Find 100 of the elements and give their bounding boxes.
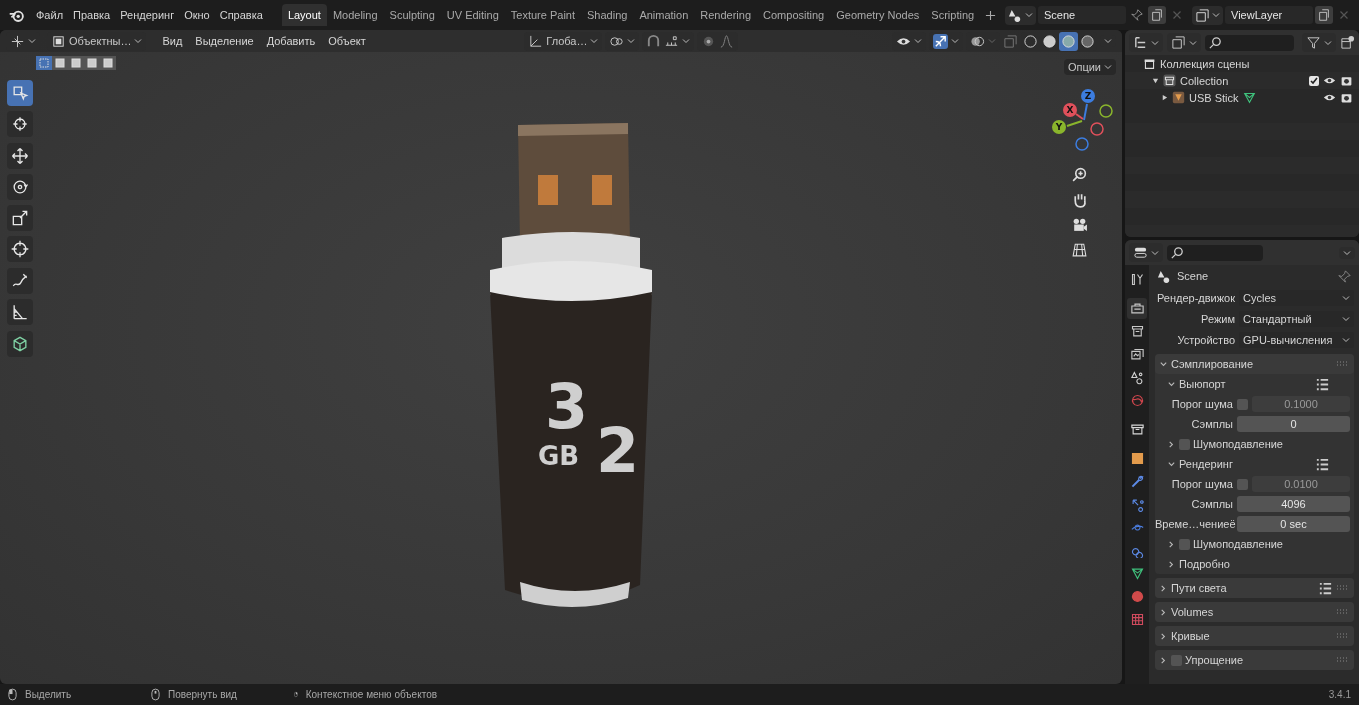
presets-icon[interactable] (1318, 580, 1333, 596)
axis-button[interactable]: X (1063, 103, 1077, 117)
shading-mode-button[interactable] (1059, 31, 1078, 51)
menu-item[interactable]: Вид (157, 32, 188, 50)
panel-header[interactable]: Кривые (1155, 626, 1354, 646)
workspace-tab[interactable]: Modeling (326, 4, 384, 26)
threshold-checkbox[interactable] (1237, 478, 1248, 490)
workspace-tab[interactable]: Shading (581, 4, 634, 26)
properties-tab[interactable] (1127, 298, 1147, 319)
tool-button[interactable] (7, 111, 33, 137)
subpanel-header[interactable]: Рендеринг (1167, 454, 1354, 474)
filter-button[interactable] (1302, 33, 1336, 52)
exclude-checkbox[interactable] (1309, 75, 1319, 86)
search-field[interactable] (1167, 244, 1263, 261)
selection-mode-button[interactable] (68, 56, 84, 70)
workspace-tab[interactable]: Compositing (757, 4, 831, 26)
zoom-icon[interactable] (1070, 166, 1088, 183)
presets-icon[interactable] (1315, 376, 1330, 392)
drag-handle-icon[interactable] (1336, 609, 1350, 615)
xray-icon[interactable] (1003, 33, 1018, 49)
subpanel-header[interactable]: Подробно (1167, 554, 1354, 574)
new-collection-icon[interactable] (1340, 35, 1355, 50)
drag-handle-icon[interactable] (1336, 585, 1350, 591)
panel-header[interactable]: Сэмплирование (1155, 354, 1354, 374)
workspace-tab[interactable]: Rendering (694, 4, 758, 26)
drag-handle-icon[interactable] (1336, 633, 1350, 639)
outliner-item[interactable]: USB Stick (1189, 91, 1239, 104)
outliner-item[interactable]: Collection (1180, 74, 1229, 87)
drag-handle-icon[interactable] (1336, 657, 1350, 663)
tool-button[interactable] (7, 205, 33, 231)
axis-button[interactable]: Z (1081, 89, 1095, 103)
number-field[interactable]: 0 (1237, 416, 1350, 432)
scene-field[interactable]: Scene (1038, 6, 1126, 24)
tool-button[interactable] (7, 174, 33, 200)
menu-item[interactable]: Выделение (190, 32, 259, 50)
threshold-checkbox[interactable] (1237, 398, 1248, 410)
subpanel-header[interactable]: Шумоподавление (1167, 434, 1354, 454)
number-field[interactable]: 0.1000 (1252, 396, 1350, 412)
axis-handle[interactable] (1090, 122, 1104, 136)
axis-handle[interactable] (1099, 104, 1113, 118)
tool-button[interactable] (7, 80, 33, 106)
drag-handle-icon[interactable] (1336, 361, 1350, 367)
expand-arrow-icon[interactable] (1152, 77, 1159, 84)
subpanel-header[interactable]: Шумоподавление (1167, 534, 1354, 554)
panel-checkbox[interactable] (1171, 654, 1182, 666)
dropdown-field[interactable]: GPU-вычисления (1239, 332, 1354, 348)
selection-mode-button[interactable] (84, 56, 100, 70)
tool-button[interactable] (7, 299, 33, 325)
tool-button[interactable] (7, 331, 33, 357)
workspace-tab[interactable]: Geometry Nodes (830, 4, 926, 26)
workspace-tab[interactable]: Layout (281, 4, 327, 26)
view-layer-button[interactable] (1167, 33, 1201, 52)
camera-icon[interactable] (1340, 91, 1353, 104)
menu-item[interactable]: Файл (31, 6, 69, 24)
grid-icon[interactable] (1070, 241, 1088, 258)
editor-type-button[interactable] (1129, 243, 1163, 262)
number-field[interactable]: 0.0100 (1252, 476, 1350, 492)
selection-mode-button[interactable] (100, 56, 116, 70)
presets-icon[interactable] (1315, 456, 1330, 472)
workspace-tab[interactable]: UV Editing (440, 4, 505, 26)
view-layer-type-button[interactable] (1192, 5, 1223, 25)
copy-icon[interactable] (1148, 6, 1166, 24)
axis-handle[interactable] (1075, 137, 1089, 151)
subpanel-header[interactable]: Выюпорт (1167, 374, 1354, 394)
camera-icon[interactable] (1340, 74, 1353, 87)
menu-item[interactable]: Правка (68, 6, 116, 24)
workspace-tab[interactable]: Animation (633, 4, 695, 26)
dropdown-field[interactable]: Cycles (1239, 290, 1354, 306)
panel-header[interactable]: Упрощение (1155, 650, 1354, 670)
workspace-tab[interactable]: Scripting (925, 4, 981, 26)
number-field[interactable]: 4096 (1237, 496, 1350, 512)
menu-item[interactable]: Справка (214, 6, 268, 24)
tool-button[interactable] (7, 268, 33, 294)
axis-button[interactable]: Y (1052, 120, 1066, 134)
expand-arrow-icon[interactable] (1161, 94, 1168, 101)
panel-header[interactable]: Volumes (1155, 602, 1354, 622)
search-field[interactable] (1205, 34, 1294, 51)
selection-mode-button[interactable] (52, 56, 68, 70)
menu-item[interactable]: Добавить (261, 32, 321, 50)
menu-item[interactable]: Объект (323, 32, 371, 50)
menu-item[interactable]: Рендеринг (115, 6, 180, 24)
tool-button[interactable] (7, 236, 33, 262)
copy-icon[interactable] (1315, 6, 1333, 24)
number-field[interactable]: 0 sec (1237, 516, 1350, 532)
workspace-tab[interactable]: Texture Paint (504, 4, 581, 26)
subpanel-checkbox[interactable] (1179, 538, 1190, 550)
options-dropdown[interactable] (1339, 246, 1355, 259)
tool-button[interactable] (7, 143, 33, 169)
outliner-item[interactable]: Коллекция сцены (1160, 57, 1250, 70)
subpanel-checkbox[interactable] (1179, 438, 1190, 450)
menu-item[interactable]: Окно (179, 6, 215, 24)
pin-icon[interactable] (1337, 268, 1352, 284)
view-layer-field[interactable]: ViewLayer (1225, 6, 1313, 24)
display-mode-button[interactable] (1129, 33, 1163, 52)
options-dropdown[interactable]: Опции (1063, 59, 1116, 75)
dropdown-field[interactable]: Стандартный (1239, 311, 1354, 327)
scene-type-button[interactable] (1005, 5, 1036, 25)
panel-header[interactable]: Пути света (1155, 578, 1354, 598)
pin-icon[interactable] (1128, 6, 1146, 24)
add-workspace-icon[interactable] (985, 9, 997, 21)
